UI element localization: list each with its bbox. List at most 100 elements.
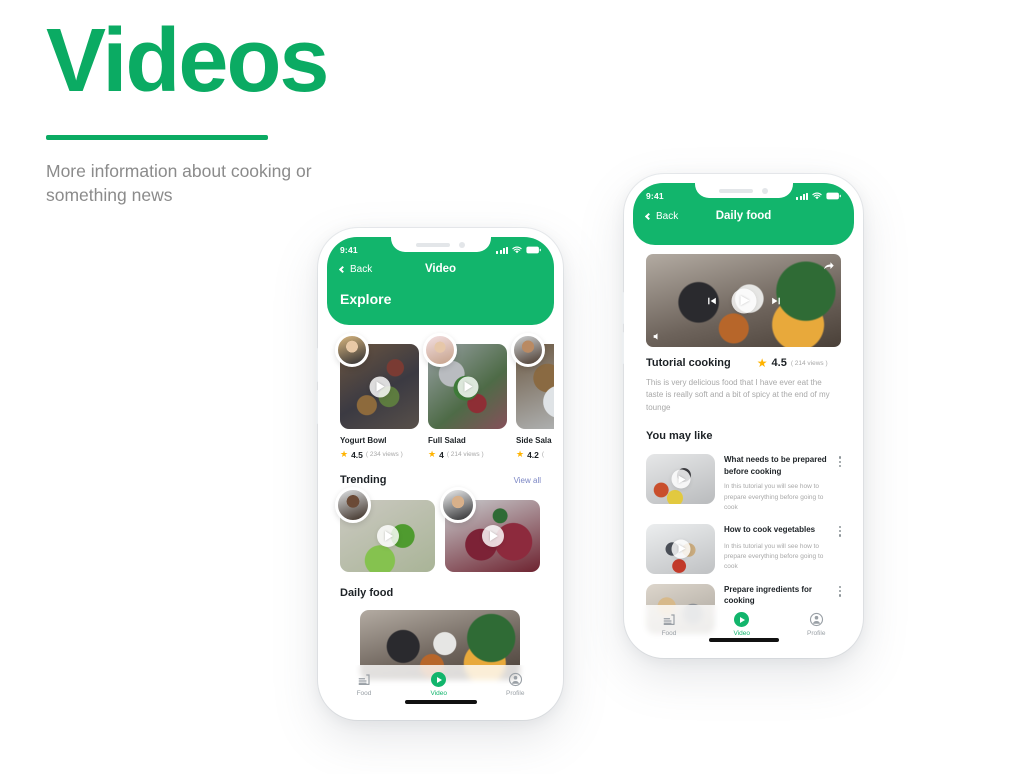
tab-food[interactable]: Food — [357, 672, 372, 697]
play-icon[interactable] — [481, 525, 504, 547]
video-player[interactable] — [646, 254, 841, 347]
phone-left-screen: 9:41 Back Video Explore Yogurt Bowl ★ 4.… — [327, 237, 554, 711]
explore-card-rating: 4.5 — [351, 449, 363, 460]
play-icon[interactable] — [671, 539, 690, 559]
volume-icon[interactable] — [652, 331, 663, 342]
explore-card-views: ( 214 views ) — [446, 451, 484, 458]
kebab-menu-icon[interactable] — [838, 456, 841, 468]
title-underline — [46, 134, 268, 140]
explore-heading: Explore — [340, 291, 392, 307]
explore-card[interactable]: Yogurt Bowl ★ 4.5 ( 234 views ) — [335, 333, 419, 460]
trending-heading: Trending — [340, 474, 387, 486]
list-item-title: Prepare ingredients for cooking — [724, 584, 813, 606]
back-label: Back — [350, 263, 373, 275]
list-item-thumbnail[interactable] — [646, 523, 715, 574]
you-may-like-section: You may like What needs to be prepared b… — [633, 414, 854, 634]
battery-icon — [526, 246, 541, 254]
profile-icon — [809, 612, 823, 627]
star-icon: ★ — [340, 449, 349, 459]
list-item-description: In this tutorial you will see how to pre… — [724, 483, 824, 512]
status-time: 9:41 — [340, 245, 358, 255]
explore-card-list[interactable]: Yogurt Bowl ★ 4.5 ( 234 views ) Full Sal… — [327, 325, 554, 460]
back-button[interactable]: Back — [644, 211, 678, 222]
kebab-menu-icon[interactable] — [838, 525, 841, 537]
right-tab-bar[interactable]: Food Video Profile — [633, 605, 854, 649]
list-item-title: What needs to be prepared before cooking — [724, 455, 827, 476]
page-subtitle: More information about cooking or someth… — [46, 160, 312, 206]
explore-card-rating-row: ★ 4.2 ( — [516, 449, 554, 460]
video-play-icon — [431, 672, 447, 687]
tab-profile[interactable]: Profile — [506, 672, 524, 697]
signal-bars-icon — [496, 246, 508, 254]
avatar — [511, 333, 545, 367]
wifi-icon — [812, 192, 822, 200]
phone-left-notch — [390, 237, 491, 252]
list-item-thumbnail[interactable] — [646, 454, 715, 505]
signal-bars-icon — [796, 192, 808, 200]
tab-video[interactable]: Video — [733, 612, 751, 637]
status-time: 9:41 — [646, 191, 664, 201]
tab-video[interactable]: Video — [431, 672, 447, 697]
tab-profile[interactable]: Profile — [807, 612, 825, 637]
left-tab-bar[interactable]: Food Video Profile — [327, 665, 554, 711]
skip-previous-icon[interactable] — [706, 295, 717, 306]
explore-card-views: ( — [541, 451, 545, 458]
star-icon: ★ — [516, 449, 525, 459]
back-button[interactable]: Back — [338, 263, 373, 275]
play-icon[interactable] — [369, 376, 390, 397]
play-icon[interactable] — [376, 525, 399, 547]
explore-card-rating: 4.2 — [527, 449, 539, 460]
avatar — [335, 333, 369, 367]
tab-label-food: Food — [356, 690, 372, 697]
star-icon: ★ — [428, 449, 437, 459]
phone-right: 9:41 Back Daily food Tutorial cooking ★ … — [622, 174, 863, 658]
phone-right-screen: 9:41 Back Daily food Tutorial cooking ★ … — [633, 183, 854, 649]
video-rating-row: ★ 4.5 ( 214 views ) — [757, 356, 828, 370]
earpiece-speaker — [719, 188, 753, 193]
tab-label-video: Video — [733, 630, 751, 637]
skip-next-icon[interactable] — [770, 295, 781, 306]
hero-block: Videos More information about cooking or… — [46, 14, 506, 208]
explore-card[interactable]: Full Salad ★ 4 ( 214 views ) — [423, 333, 507, 460]
video-views: ( 214 views ) — [790, 359, 828, 367]
food-icon — [663, 614, 675, 625]
profile-icon — [508, 672, 522, 687]
video-title: Tutorial cooking — [646, 357, 731, 369]
explore-card-views: ( 234 views ) — [365, 451, 403, 458]
video-description: This is very delicious food that I have … — [646, 378, 830, 412]
player-controls[interactable] — [706, 288, 781, 313]
play-icon[interactable] — [457, 376, 478, 397]
kebab-menu-icon[interactable] — [838, 585, 841, 597]
video-info: Tutorial cooking ★ 4.5 ( 214 views ) Thi… — [633, 347, 854, 414]
trending-card-list[interactable] — [335, 487, 541, 572]
share-icon[interactable] — [822, 259, 835, 272]
daily-food-section: Daily food — [327, 572, 554, 680]
you-may-like-heading: You may like — [646, 430, 713, 443]
wifi-icon — [512, 246, 522, 254]
list-item[interactable]: What needs to be prepared before cooking… — [646, 454, 841, 513]
list-item-title: How to cook vegetables — [724, 524, 816, 534]
explore-card-rating-row: ★ 4 ( 214 views ) — [428, 449, 507, 460]
phone-left: 9:41 Back Video Explore Yogurt Bowl ★ 4.… — [316, 228, 563, 720]
chevron-left-icon — [644, 212, 653, 220]
daily-food-heading: Daily food — [340, 587, 394, 599]
home-indicator — [708, 638, 779, 642]
tab-label-food: Food — [661, 630, 677, 637]
explore-card-title: Side Sala — [516, 436, 552, 445]
explore-card[interactable]: Side Sala ★ 4.2 ( — [511, 333, 554, 460]
list-item[interactable]: How to cook vegetables In this tutorial … — [646, 523, 841, 574]
play-icon[interactable] — [731, 288, 756, 313]
trending-card[interactable] — [335, 487, 435, 572]
avatar — [440, 487, 476, 523]
phone-right-side-button — [622, 292, 624, 324]
tab-label-profile: Profile — [506, 690, 525, 697]
view-all-link[interactable]: View all — [514, 476, 541, 485]
status-icons — [496, 246, 541, 254]
chevron-left-icon — [338, 265, 347, 273]
trending-card[interactable] — [440, 487, 540, 572]
tab-food[interactable]: Food — [662, 612, 677, 637]
star-icon: ★ — [756, 356, 768, 370]
battery-icon — [826, 192, 841, 200]
play-icon[interactable] — [671, 469, 690, 489]
food-icon — [358, 674, 370, 685]
